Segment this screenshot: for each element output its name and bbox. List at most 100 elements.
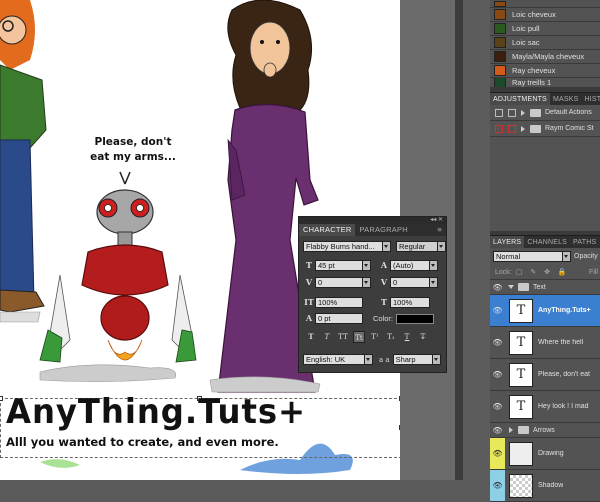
- all-caps-button[interactable]: TT: [337, 331, 349, 343]
- font-style-dropdown[interactable]: [438, 241, 446, 252]
- tab-adjustments[interactable]: ADJUSTMENTS: [490, 93, 550, 105]
- language-select[interactable]: English: UK: [303, 354, 365, 365]
- swatch-row[interactable]: Loic sac: [490, 36, 600, 50]
- swatch-label: Ray cheveux: [512, 66, 556, 75]
- layer-name: Please, don't eat: [538, 371, 590, 378]
- small-caps-button[interactable]: Tt: [353, 331, 365, 343]
- layer-name: AnyThing.Tuts+: [538, 307, 591, 314]
- panel-menu-icon[interactable]: ≡: [433, 224, 446, 236]
- layer-name: Shadow: [538, 482, 564, 489]
- layer-row[interactable]: 👁 Drawing: [490, 438, 600, 470]
- blend-mode-select[interactable]: Normal: [493, 251, 563, 262]
- lock-label: Lock:: [495, 268, 512, 276]
- strikethrough-button[interactable]: T̶: [417, 331, 429, 343]
- superscript-button[interactable]: T¹: [369, 331, 381, 343]
- font-style-select[interactable]: Regular: [396, 241, 438, 252]
- tracking-field[interactable]: 0: [390, 277, 430, 288]
- vertical-scrollbar[interactable]: [455, 0, 463, 480]
- tab-character[interactable]: CHARACTER: [299, 224, 356, 236]
- subscript-button[interactable]: T₁: [385, 331, 397, 343]
- tab-paragraph[interactable]: PARAGRAPH: [355, 224, 411, 236]
- expand-icon[interactable]: [509, 427, 513, 433]
- leading-icon: A: [380, 260, 388, 270]
- font-size-dropdown[interactable]: [363, 260, 371, 271]
- bbox-handle-tl[interactable]: [0, 396, 3, 401]
- swatch-row[interactable]: Ray treills 1: [490, 78, 600, 88]
- swatch-row[interactable]: Loic pull: [490, 22, 600, 36]
- bbox-handle-mr[interactable]: [399, 425, 400, 430]
- speech-bubble-text: Please, don't eat my arms...: [78, 135, 188, 165]
- text-layer-thumbnail: T: [509, 298, 533, 323]
- subtitle-text[interactable]: Alll you wanted to create, and even more…: [6, 435, 279, 449]
- group-label: Arrows: [533, 426, 555, 434]
- layer-row[interactable]: 👁 T Hey look ! I mad: [490, 391, 600, 423]
- font-size-icon: T: [306, 260, 312, 270]
- dialog-toggle[interactable]: [508, 124, 516, 133]
- font-size-field[interactable]: 45 pt: [315, 260, 363, 271]
- blend-mode-dropdown[interactable]: [563, 251, 571, 262]
- panel-grip[interactable]: ◂◂ ✕: [299, 217, 446, 224]
- swatch-row[interactable]: Loic cheveux: [490, 8, 600, 22]
- baseline-shift-field[interactable]: 0 pt: [315, 313, 363, 324]
- leading-dropdown[interactable]: [430, 260, 438, 271]
- actions-row[interactable]: ✓ Raym Comic St: [490, 121, 600, 137]
- adjustments-panel-tabs: ADJUSTMENTS MASKS HISTORY: [490, 92, 600, 105]
- tab-layers[interactable]: LAYERS: [490, 236, 525, 248]
- antialias-dropdown[interactable]: [432, 354, 441, 365]
- expand-icon[interactable]: [521, 125, 525, 132]
- actions-row[interactable]: Default Actions: [490, 105, 600, 121]
- tab-paths[interactable]: PATHS: [570, 236, 599, 248]
- opacity-label: Opacity: [574, 253, 598, 260]
- layer-row[interactable]: 👁 Shadow: [490, 470, 600, 502]
- collapse-icon[interactable]: ◂◂ ✕: [430, 216, 443, 223]
- language-dropdown[interactable]: [365, 354, 373, 365]
- character-panel[interactable]: ◂◂ ✕ CHARACTER PARAGRAPH ≡ Flabby Bums h…: [298, 216, 447, 373]
- font-family-dropdown[interactable]: [383, 241, 391, 252]
- expand-icon[interactable]: [521, 109, 525, 116]
- faux-bold-button[interactable]: T: [305, 331, 317, 343]
- horizontal-scale-field[interactable]: 100%: [390, 297, 430, 308]
- eye-icon[interactable]: 👁: [490, 470, 505, 501]
- eye-icon[interactable]: 👁: [490, 283, 505, 292]
- antialias-select[interactable]: Sharp: [392, 354, 433, 365]
- layer-row[interactable]: 👁 T Where the hell: [490, 327, 600, 359]
- swatch-row[interactable]: [490, 0, 600, 8]
- leading-field[interactable]: (Auto): [390, 260, 430, 271]
- tracking-dropdown[interactable]: [430, 277, 438, 288]
- toggle-checkbox[interactable]: [495, 108, 503, 117]
- kerning-field[interactable]: 0: [315, 277, 363, 288]
- tab-history[interactable]: HISTORY: [581, 93, 600, 105]
- swatch-color-top: [494, 0, 506, 7]
- swatch-label: Ray treills 1: [512, 78, 552, 87]
- layer-group-text[interactable]: 👁 Text: [490, 280, 600, 295]
- eye-icon[interactable]: 👁: [490, 306, 505, 315]
- layer-row[interactable]: 👁 T AnyThing.Tuts+: [490, 295, 600, 327]
- kerning-dropdown[interactable]: [363, 277, 371, 288]
- swatch-color: [494, 23, 506, 34]
- tab-masks[interactable]: MASKS: [550, 93, 582, 105]
- check-icon[interactable]: ✓: [495, 124, 503, 133]
- tab-channels[interactable]: CHANNELS: [524, 236, 570, 248]
- swatch-row[interactable]: Ray cheveux: [490, 64, 600, 78]
- title-text-layer[interactable]: AnyThing.Tuts+: [6, 392, 306, 432]
- underline-button[interactable]: T: [401, 331, 413, 343]
- action-set-label: Raym Comic St: [545, 125, 594, 132]
- eye-icon[interactable]: 👁: [490, 402, 505, 411]
- lock-icons[interactable]: ▢ ✎ ✥ 🔒: [516, 268, 570, 276]
- swatch-row[interactable]: Mayla/Mayla cheveux: [490, 50, 600, 64]
- eye-icon[interactable]: 👁: [490, 370, 505, 379]
- text-color-swatch[interactable]: [396, 313, 435, 324]
- swatch-label: Loic pull: [512, 24, 540, 33]
- eye-icon[interactable]: 👁: [490, 338, 505, 347]
- font-family-select[interactable]: Flabby Bums hand...: [303, 241, 383, 252]
- layer-row[interactable]: 👁 T Please, don't eat: [490, 359, 600, 391]
- eye-icon[interactable]: 👁: [490, 438, 505, 469]
- eye-icon[interactable]: 👁: [490, 426, 505, 435]
- robot-character: [39, 171, 197, 382]
- faux-italic-button[interactable]: T: [321, 331, 333, 343]
- layer-group-arrows[interactable]: 👁 Arrows: [490, 423, 600, 438]
- vertical-scale-field[interactable]: 100%: [315, 297, 363, 308]
- dialog-toggle[interactable]: [508, 108, 516, 117]
- bbox-handle-tr[interactable]: [399, 396, 400, 401]
- expand-icon[interactable]: [508, 285, 514, 289]
